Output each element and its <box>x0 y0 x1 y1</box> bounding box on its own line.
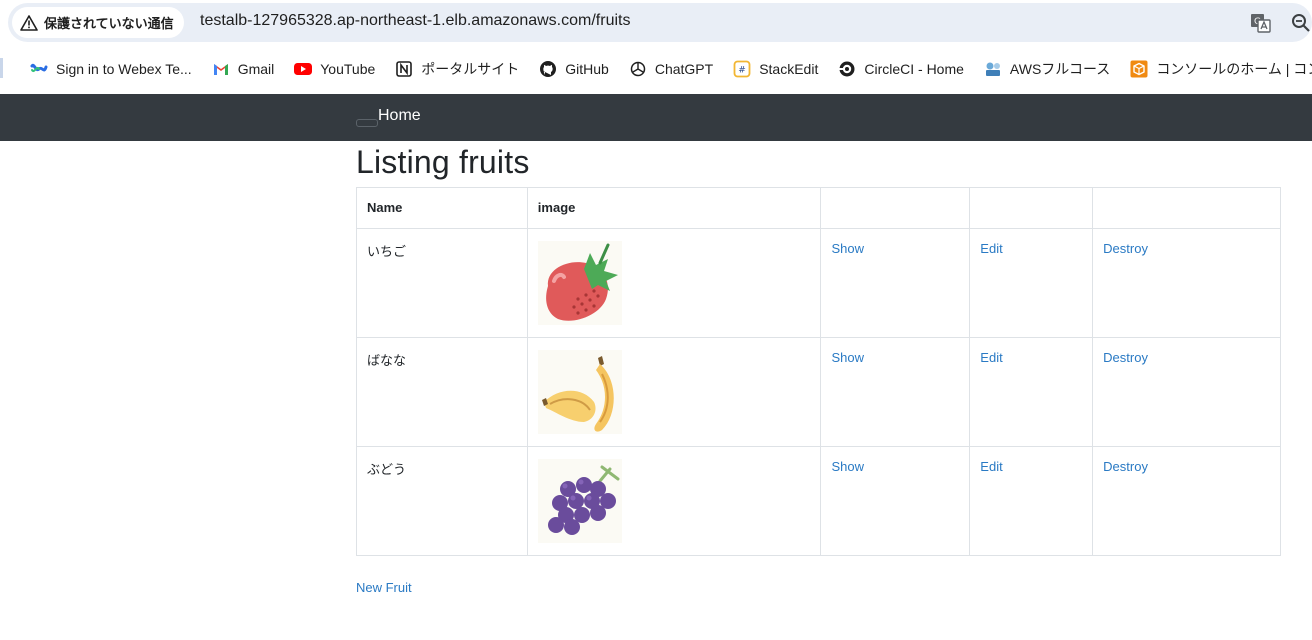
bookmark-label: CircleCI - Home <box>864 61 964 77</box>
show-link[interactable]: Show <box>831 241 864 256</box>
warning-icon <box>20 14 38 31</box>
table-row: いちご Show Edit Destroy <box>356 228 1281 338</box>
edit-link[interactable]: Edit <box>980 459 1002 474</box>
destroy-cell: Destroy <box>1092 337 1281 447</box>
edit-cell: Edit <box>969 446 1094 556</box>
table-row: ぶどう Show Edit Destroy <box>356 446 1281 556</box>
aws-course-icon <box>985 62 1000 76</box>
bookmark-aws-course[interactable]: AWSフルコース <box>974 54 1120 84</box>
header-blank <box>1092 187 1281 229</box>
fruit-name: いちご <box>356 228 528 338</box>
edit-link[interactable]: Edit <box>980 350 1002 365</box>
chatgpt-icon <box>630 61 646 77</box>
fruit-name: ばなな <box>356 337 528 447</box>
svg-text:#: # <box>738 66 746 76</box>
header-blank <box>820 187 971 229</box>
youtube-icon <box>294 63 313 75</box>
edit-cell: Edit <box>969 228 1094 338</box>
bookmark-label: ポータルサイト <box>421 61 520 77</box>
bookmark-label: YouTube <box>320 61 376 77</box>
bookmark-circleci[interactable]: CircleCI - Home <box>828 54 974 84</box>
bookmark-label: ChatGPT <box>654 61 714 77</box>
table-row: ばなな Show Edit Destroy <box>356 337 1281 447</box>
banana-image <box>537 350 622 434</box>
nav-home-link[interactable]: Home <box>378 107 421 125</box>
bookmark-github[interactable]: GitHub <box>529 54 619 84</box>
bookmark-label: StackEdit <box>759 61 819 77</box>
fruit-image-cell <box>526 337 822 447</box>
fruit-name: ぶどう <box>356 446 528 556</box>
destroy-link[interactable]: Destroy <box>1103 459 1148 474</box>
fruits-table: Name image いちご Show Edit Destroy ばなな Sho… <box>356 187 1281 556</box>
edit-link[interactable]: Edit <box>980 241 1002 256</box>
webex-icon <box>30 63 48 72</box>
header-name: Name <box>356 187 528 229</box>
table-header-row: Name image <box>356 187 1281 229</box>
bookmark-youtube[interactable]: YouTube <box>284 54 385 84</box>
security-label: 保護されていない通信 <box>44 17 174 32</box>
grape-image <box>537 459 622 543</box>
strawberry-image <box>537 241 622 325</box>
security-indicator[interactable]: 保護されていない通信 <box>12 7 184 38</box>
show-link[interactable]: Show <box>831 459 864 474</box>
bookmark-label: GitHub <box>565 61 609 77</box>
translate-icon[interactable]: G <box>1250 12 1272 34</box>
notion-icon <box>396 61 413 77</box>
show-link[interactable]: Show <box>831 350 864 365</box>
bookmark-label: Sign in to Webex Te... <box>56 61 192 77</box>
edit-cell: Edit <box>969 337 1094 447</box>
fruit-image-cell <box>526 228 822 338</box>
gmail-icon <box>213 64 228 75</box>
destroy-cell: Destroy <box>1092 446 1281 556</box>
fruit-image-cell <box>526 446 822 556</box>
bookmark-portal[interactable]: ポータルサイト <box>385 54 529 84</box>
circleci-icon <box>839 61 855 77</box>
page-title: Listing fruits <box>356 144 530 180</box>
destroy-link[interactable]: Destroy <box>1103 241 1148 256</box>
navbar: Home <box>0 94 1312 141</box>
zoom-out-icon[interactable] <box>1290 12 1312 34</box>
navbar-toggler[interactable] <box>356 119 378 127</box>
aws-console-icon <box>1130 60 1148 78</box>
new-fruit-link[interactable]: New Fruit <box>356 580 412 595</box>
bookmark-aws-console[interactable]: コンソールのホーム | コン... <box>1120 54 1312 84</box>
bookmark-webex[interactable]: Sign in to Webex Te... <box>20 54 202 84</box>
bookmark-label: コンソールのホーム | コン... <box>1156 61 1312 77</box>
bookmark-chatgpt[interactable]: ChatGPT <box>619 54 723 84</box>
header-image: image <box>526 187 822 229</box>
github-icon <box>540 61 557 77</box>
stackedit-icon: # <box>733 60 751 78</box>
browser-toolbar: 保護されていない通信 testalb-127965328.ap-northeas… <box>0 0 1312 45</box>
bookmark-label: AWSフルコース <box>1009 61 1111 77</box>
show-cell: Show <box>820 228 971 338</box>
url-text[interactable]: testalb-127965328.ap-northeast-1.elb.ama… <box>200 12 630 30</box>
bookmarks-bar: Sign in to Webex Te... Gmail YouTube ポータ… <box>0 48 1312 90</box>
destroy-link[interactable]: Destroy <box>1103 350 1148 365</box>
show-cell: Show <box>820 446 971 556</box>
bookmark-gmail[interactable]: Gmail <box>202 54 285 84</box>
bookmark-label: Gmail <box>237 61 275 77</box>
destroy-cell: Destroy <box>1092 228 1281 338</box>
bookmark-stackedit[interactable]: # StackEdit <box>723 54 828 84</box>
header-blank <box>969 187 1094 229</box>
show-cell: Show <box>820 337 971 447</box>
